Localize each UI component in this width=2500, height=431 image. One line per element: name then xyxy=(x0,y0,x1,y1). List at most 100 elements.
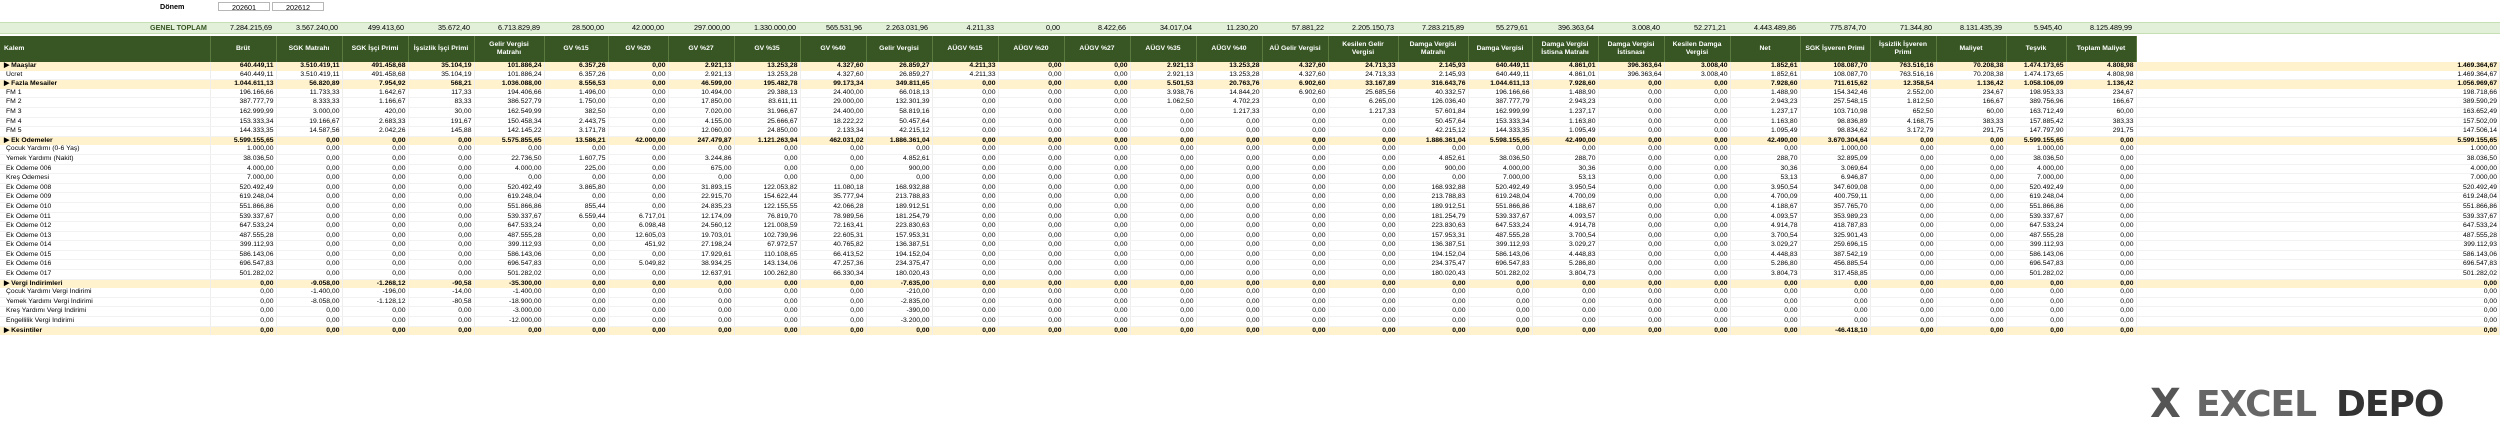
table-cell: 696.547,83 xyxy=(1468,259,1533,271)
table-cell: 157.502,09 xyxy=(2136,117,2500,128)
table-cell: -1.128,12 xyxy=(342,297,409,308)
column-header[interactable]: SGK İşçi Primi xyxy=(342,36,409,62)
table-cell: 0,00 xyxy=(1598,107,1665,118)
column-header[interactable]: AÜGV %20 xyxy=(998,36,1065,62)
table-cell: 4.327,60 xyxy=(800,70,867,81)
table-cell: 0,00 xyxy=(2066,145,2137,155)
column-header[interactable]: Net xyxy=(1730,36,1801,62)
column-header[interactable]: GV %35 xyxy=(734,36,801,62)
grand-total-value: 3.008,40 xyxy=(1632,23,1660,32)
table-cell: 1.496,00 xyxy=(544,88,609,99)
table-cell: 0,00 xyxy=(276,202,343,213)
table-cell: 0,00 xyxy=(1196,326,1263,336)
table-cell: 32.895,09 xyxy=(1800,154,1871,165)
table-cell: 2.145,93 xyxy=(1398,70,1469,81)
table-cell: 0,00 xyxy=(800,306,867,318)
table-cell: 0,00 xyxy=(2066,192,2137,203)
table-cell: 0,00 xyxy=(2006,297,2067,308)
table-cell: 1.750,00 xyxy=(544,97,609,108)
table-cell: 153.333,34 xyxy=(1468,117,1533,128)
column-header[interactable]: Teşvik xyxy=(2006,36,2067,62)
table-cell: 0,00 xyxy=(1664,154,1731,165)
column-header[interactable]: Damga Vergisi İstisna Matrahı xyxy=(1532,36,1599,62)
table-cell: 501.282,02 xyxy=(2136,269,2500,280)
group-row[interactable]: ▶ Kesintiler 0,00 0,00 0,00 0,00 0,00 0,00 0,00… xyxy=(0,326,2500,336)
group-row[interactable]: ▶ Maaşlar 640.449,11 3.510.419,11 491.458,6… xyxy=(0,62,2500,71)
table-cell: 70.208,38 xyxy=(1936,62,2007,71)
column-header[interactable]: Kesilen Damga Vergisi xyxy=(1664,36,1731,62)
table-row: Ek Ödeme 010 551.866,86 0,00 0,00 0,00 551.86… xyxy=(0,202,2500,213)
column-header[interactable]: AÜGV %15 xyxy=(932,36,999,62)
table-cell: 213.788,83 xyxy=(866,192,933,203)
column-header[interactable]: Gelir Vergisi Matrahı xyxy=(474,36,545,62)
table-cell: 24.835,23 xyxy=(668,202,735,213)
column-header[interactable]: AÜGV %35 xyxy=(1130,36,1197,62)
table-cell: 1.217,33 xyxy=(1328,107,1399,118)
period-start-field[interactable]: 202601 xyxy=(218,2,270,12)
table-cell: 0,00 xyxy=(210,297,277,308)
column-header[interactable]: Gelir Vergisi xyxy=(866,36,933,62)
table-cell: 0,00 xyxy=(2136,288,2500,298)
column-header[interactable]: GV %27 xyxy=(668,36,735,62)
table-cell: 35.777,94 xyxy=(800,192,867,203)
table-cell: 12.605,03 xyxy=(608,231,669,242)
table-cell: 0,00 xyxy=(408,250,475,261)
column-header[interactable]: SGK İşveren Primi xyxy=(1800,36,1871,62)
table-cell: 0,00 xyxy=(1664,173,1731,184)
table-cell: 0,00 xyxy=(1328,202,1399,213)
table-cell: 0,00 xyxy=(544,297,609,308)
table-cell: 6.357,26 xyxy=(544,70,609,81)
group-row[interactable]: ▶ Ek Ödemeler 5.599.155,65 0,00 0,00 0,00 5.5… xyxy=(0,136,2500,146)
grand-total-value: 4.443.489,86 xyxy=(1754,23,1796,32)
table-cell: -3.200,00 xyxy=(866,316,933,327)
table-cell: 4.702,23 xyxy=(1196,97,1263,108)
column-header[interactable]: AÜGV %27 xyxy=(1064,36,1131,62)
group-row[interactable]: ▶ Fazla Mesailer 1.044.611,13 56.820,89 7.9… xyxy=(0,79,2500,89)
column-header[interactable]: GV %20 xyxy=(608,36,669,62)
table-cell: -18.900,00 xyxy=(474,297,545,308)
column-header[interactable]: Damga Vergisi İstisnası xyxy=(1598,36,1665,62)
column-header[interactable]: Damga Vergisi xyxy=(1468,36,1533,62)
table-cell: 0,00 xyxy=(276,259,343,271)
group-row[interactable]: ▶ Vergi İndirimleri 0,00 -9.058,00 -1.268,1… xyxy=(0,279,2500,289)
table-cell: 0,00 xyxy=(1130,202,1197,213)
table-cell: 399.112,93 xyxy=(2136,240,2500,251)
table-cell: 0,00 xyxy=(1064,62,1131,71)
table-cell: 0,00 xyxy=(1664,88,1731,99)
column-header[interactable]: Kalem xyxy=(0,36,211,62)
column-header[interactable]: İşsizlik İşveren Primi xyxy=(1870,36,1937,62)
table-cell: 0,00 xyxy=(1598,126,1665,137)
grand-total-value: 4.211,33 xyxy=(966,23,994,32)
column-header[interactable]: Toplam Maliyet xyxy=(2066,36,2137,62)
table-cell: 30,36 xyxy=(1532,164,1599,175)
table-cell: 0,00 xyxy=(998,192,1065,203)
column-header[interactable]: AÜ Gelir Vergisi xyxy=(1262,36,1329,62)
column-header[interactable]: İşsizlik İşçi Primi xyxy=(408,36,475,62)
table-cell: 0,00 xyxy=(1064,107,1131,118)
table-cell: 0,00 xyxy=(1800,288,1871,298)
column-header[interactable]: Damga Vergisi Matrahı xyxy=(1398,36,1469,62)
table-cell: 0,00 xyxy=(342,154,409,165)
table-cell: 0,00 xyxy=(1936,173,2007,184)
column-header[interactable]: GV %40 xyxy=(800,36,867,62)
table-cell: 0,00 xyxy=(1664,316,1731,327)
table-cell: -7.635,00 xyxy=(866,279,933,289)
table-cell: 0,00 xyxy=(608,192,669,203)
table-cell: 0,00 xyxy=(408,231,475,242)
table-cell: 3.029,27 xyxy=(1532,240,1599,251)
column-header[interactable]: GV %15 xyxy=(544,36,609,62)
table-cell: -90,58 xyxy=(408,279,475,289)
table-cell: 0,00 xyxy=(1398,326,1469,336)
table-cell: 0,00 xyxy=(932,212,999,223)
column-header[interactable]: AÜGV %40 xyxy=(1196,36,1263,62)
column-header[interactable]: SGK Matrahı xyxy=(276,36,343,62)
column-header[interactable]: Kesilen Gelir Vergisi xyxy=(1328,36,1399,62)
table-cell: 0,00 xyxy=(734,316,801,327)
period-end-field[interactable]: 202612 xyxy=(272,2,324,12)
column-header[interactable]: Brüt xyxy=(210,36,277,62)
table-cell: 487.555,28 xyxy=(2136,231,2500,242)
table-cell: 0,00 xyxy=(1730,297,1801,308)
table-cell: 0,00 xyxy=(1064,173,1131,184)
table-cell: 0,00 xyxy=(1532,279,1599,289)
column-header[interactable]: Maliyet xyxy=(1936,36,2007,62)
